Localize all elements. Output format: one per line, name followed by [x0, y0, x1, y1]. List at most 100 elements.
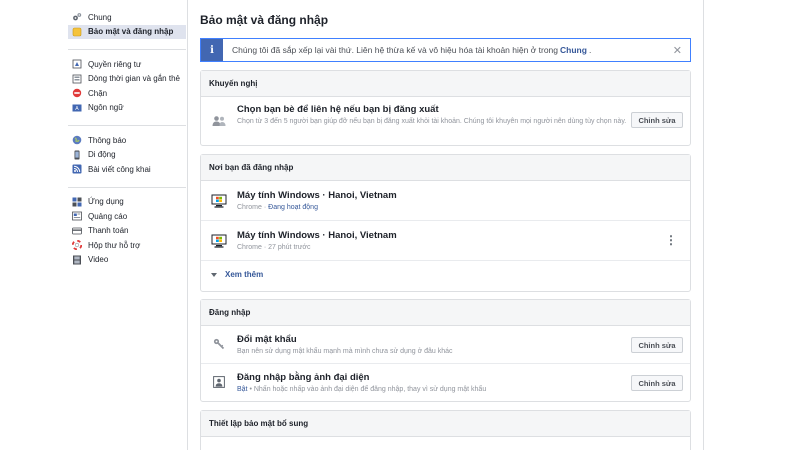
- row-title: Chọn bạn bè để liên hệ nếu bạn bị đăng x…: [237, 104, 439, 115]
- sidebar-item-mobile[interactable]: Di động: [68, 148, 186, 163]
- session-row: Máy tính Windows · Hanoi, Vietnam Chrome…: [201, 181, 690, 221]
- sidebar-divider: [68, 186, 186, 188]
- sidebar-item-label: Video: [88, 255, 109, 265]
- shield-icon: [72, 27, 82, 37]
- rss-icon: [72, 164, 82, 174]
- session-browser: Chrome: [237, 244, 262, 251]
- edit-button[interactable]: Chỉnh sửa: [631, 337, 683, 353]
- trusted-contacts-row: Chọn bạn bè để liên hệ nếu bạn bị đăng x…: [201, 97, 690, 146]
- extra-security-card: Thiết lập bảo mật bổ sung: [200, 410, 691, 450]
- sidebar-item-apps[interactable]: Ứng dụng: [68, 195, 186, 210]
- see-more-row: Xem thêm: [201, 261, 690, 291]
- block-icon: [72, 88, 82, 98]
- notice-text: Chúng tôi đã sắp xếp lại vài thứ. Liên h…: [232, 45, 559, 55]
- row-description: Bật • Nhấn hoặc nhấp vào ảnh đại diện để…: [237, 385, 486, 395]
- row-description: Bạn nên sử dụng mật khẩu mạnh mà mình ch…: [237, 348, 453, 355]
- svg-text:A: A: [75, 106, 79, 112]
- row-title: Đổi mật khẩu: [237, 334, 297, 345]
- sidebar-item-label: Di động: [88, 150, 116, 160]
- sidebar-item-block[interactable]: Chặn: [68, 86, 186, 101]
- sidebar-item-label: Ngôn ngữ: [88, 103, 124, 113]
- sidebar-item-label: Bài viết công khai: [88, 164, 151, 174]
- description-text: • Nhấn hoặc nhấp vào ảnh đại diện để đăn…: [247, 386, 487, 393]
- globe-icon: [72, 135, 82, 145]
- session-device: Máy tính Windows · Hanoi, Vietnam: [237, 230, 397, 241]
- recommended-card: Khuyến nghị Chọn bạn bè để liên hệ nếu b…: [200, 70, 691, 146]
- sidebar-item-ads[interactable]: Quảng cáo: [68, 209, 186, 224]
- payment-icon: [72, 226, 82, 236]
- mobile-icon: [72, 150, 82, 160]
- page-title: Bảo mật và đăng nhập: [200, 13, 329, 27]
- session-status-active: Đang hoạt động: [268, 204, 318, 211]
- sidebar-item-security[interactable]: Bảo mật và đăng nhập: [68, 24, 186, 39]
- sidebar-divider: [68, 125, 186, 126]
- sidebar-item-label: Chặn: [88, 88, 108, 98]
- sidebar-item-general[interactable]: Chung: [68, 10, 186, 25]
- session-device: Máy tính Windows · Hanoi, Vietnam: [237, 190, 397, 201]
- session-meta: Chrome · Đang hoạt động: [237, 203, 318, 213]
- change-password-row: Đổi mật khẩu Bạn nên sử dụng mật khẩu mạ…: [201, 326, 690, 364]
- friends-icon: [211, 113, 227, 129]
- sidebar-item-notifications[interactable]: Thông báo: [68, 133, 186, 148]
- sidebar-item-support-inbox[interactable]: Hộp thư hỗ trợ: [68, 238, 186, 253]
- sidebar-item-label: Thanh toán: [88, 226, 129, 236]
- more-options-icon[interactable]: ⋮: [665, 234, 677, 246]
- sidebar-group-general: Chung Bảo mật và đăng nhập: [68, 10, 186, 43]
- edit-button[interactable]: Chỉnh sửa: [631, 375, 683, 391]
- sidebar-item-label: Ứng dụng: [88, 197, 124, 207]
- sidebar-group-notifications: Thông báo Di động Bài viết công khai: [68, 133, 186, 181]
- sidebar-item-label: Chung: [88, 12, 112, 22]
- sidebar-divider: [68, 49, 186, 50]
- lock-icon: [72, 59, 82, 69]
- sidebar-item-video[interactable]: Video: [68, 253, 186, 268]
- sidebar-item-timeline[interactable]: Dòng thời gian và gắn thẻ: [68, 72, 186, 87]
- profile-picture-login-row: Đăng nhập bằng ảnh đại diện Bật • Nhấn h…: [201, 364, 690, 402]
- session-row: Máy tính Windows · Hanoi, Vietnam Chrome…: [201, 221, 690, 261]
- settings-sidebar: Chung Bảo mật và đăng nhập Quyền riêng t…: [68, 10, 186, 271]
- sidebar-item-label: Quyền riêng tư: [88, 59, 142, 69]
- card-header: Đăng nhập: [201, 300, 690, 326]
- sidebar-item-label: Bảo mật và đăng nhập: [88, 27, 174, 37]
- video-icon: [72, 255, 82, 265]
- sidebar-group-apps: Ứng dụng Quảng cáo Thanh toán Hộp thư hỗ…: [68, 195, 186, 272]
- windows-pc-icon: [211, 233, 227, 249]
- key-icon: [211, 336, 227, 352]
- language-icon: A: [72, 103, 82, 113]
- sidebar-item-language[interactable]: A Ngôn ngữ: [68, 101, 186, 116]
- notice-general-link[interactable]: Chung: [560, 45, 587, 55]
- see-more-label: Xem thêm: [225, 270, 264, 279]
- timeline-icon: [72, 74, 82, 84]
- caret-down-icon: [211, 272, 217, 277]
- ads-icon: [72, 211, 82, 221]
- session-browser: Chrome: [237, 204, 262, 211]
- sidebar-item-label: Hộp thư hỗ trợ: [88, 240, 141, 250]
- sidebar-item-label: Thông báo: [88, 135, 127, 145]
- edit-button[interactable]: Chỉnh sửa: [631, 112, 683, 128]
- windows-pc-icon: [211, 193, 227, 209]
- see-more-link[interactable]: Xem thêm: [211, 270, 263, 279]
- sidebar-item-label: Quảng cáo: [88, 211, 128, 221]
- close-icon[interactable]: ✕: [673, 44, 682, 57]
- row-description: Chọn từ 3 đến 5 người bạn giúp đỡ nếu bạ…: [237, 118, 627, 125]
- support-icon: [72, 240, 82, 251]
- sidebar-item-public-posts[interactable]: Bài viết công khai: [68, 162, 186, 177]
- sidebar-item-payments[interactable]: Thanh toán: [68, 224, 186, 239]
- card-header: Nơi bạn đã đăng nhập: [201, 155, 690, 181]
- sidebar-item-privacy[interactable]: Quyền riêng tư: [68, 57, 186, 72]
- gears-icon: [72, 12, 82, 22]
- sidebar-item-label: Dòng thời gian và gắn thẻ: [88, 74, 180, 84]
- right-background: [704, 0, 800, 450]
- info-icon: i: [201, 39, 223, 61]
- profile-photo-icon: [211, 374, 227, 390]
- card-header: Thiết lập bảo mật bổ sung: [201, 411, 690, 437]
- where-logged-in-card: Nơi bạn đã đăng nhập Máy tính Windows · …: [200, 154, 691, 292]
- row-title: Đăng nhập bằng ảnh đại diện: [237, 372, 370, 383]
- card-header: Khuyến nghị: [201, 71, 690, 97]
- status-on: Bật: [237, 386, 248, 393]
- notice-suffix: .: [588, 45, 592, 55]
- sidebar-group-privacy: Quyền riêng tư Dòng thời gian và gắn thẻ…: [68, 57, 186, 119]
- session-meta: Chrome · 27 phút trước: [237, 243, 311, 253]
- session-last-active: 27 phút trước: [268, 244, 311, 251]
- info-notice: i Chúng tôi đã sắp xếp lại vài thứ. Liên…: [200, 38, 691, 62]
- apps-icon: [72, 197, 82, 207]
